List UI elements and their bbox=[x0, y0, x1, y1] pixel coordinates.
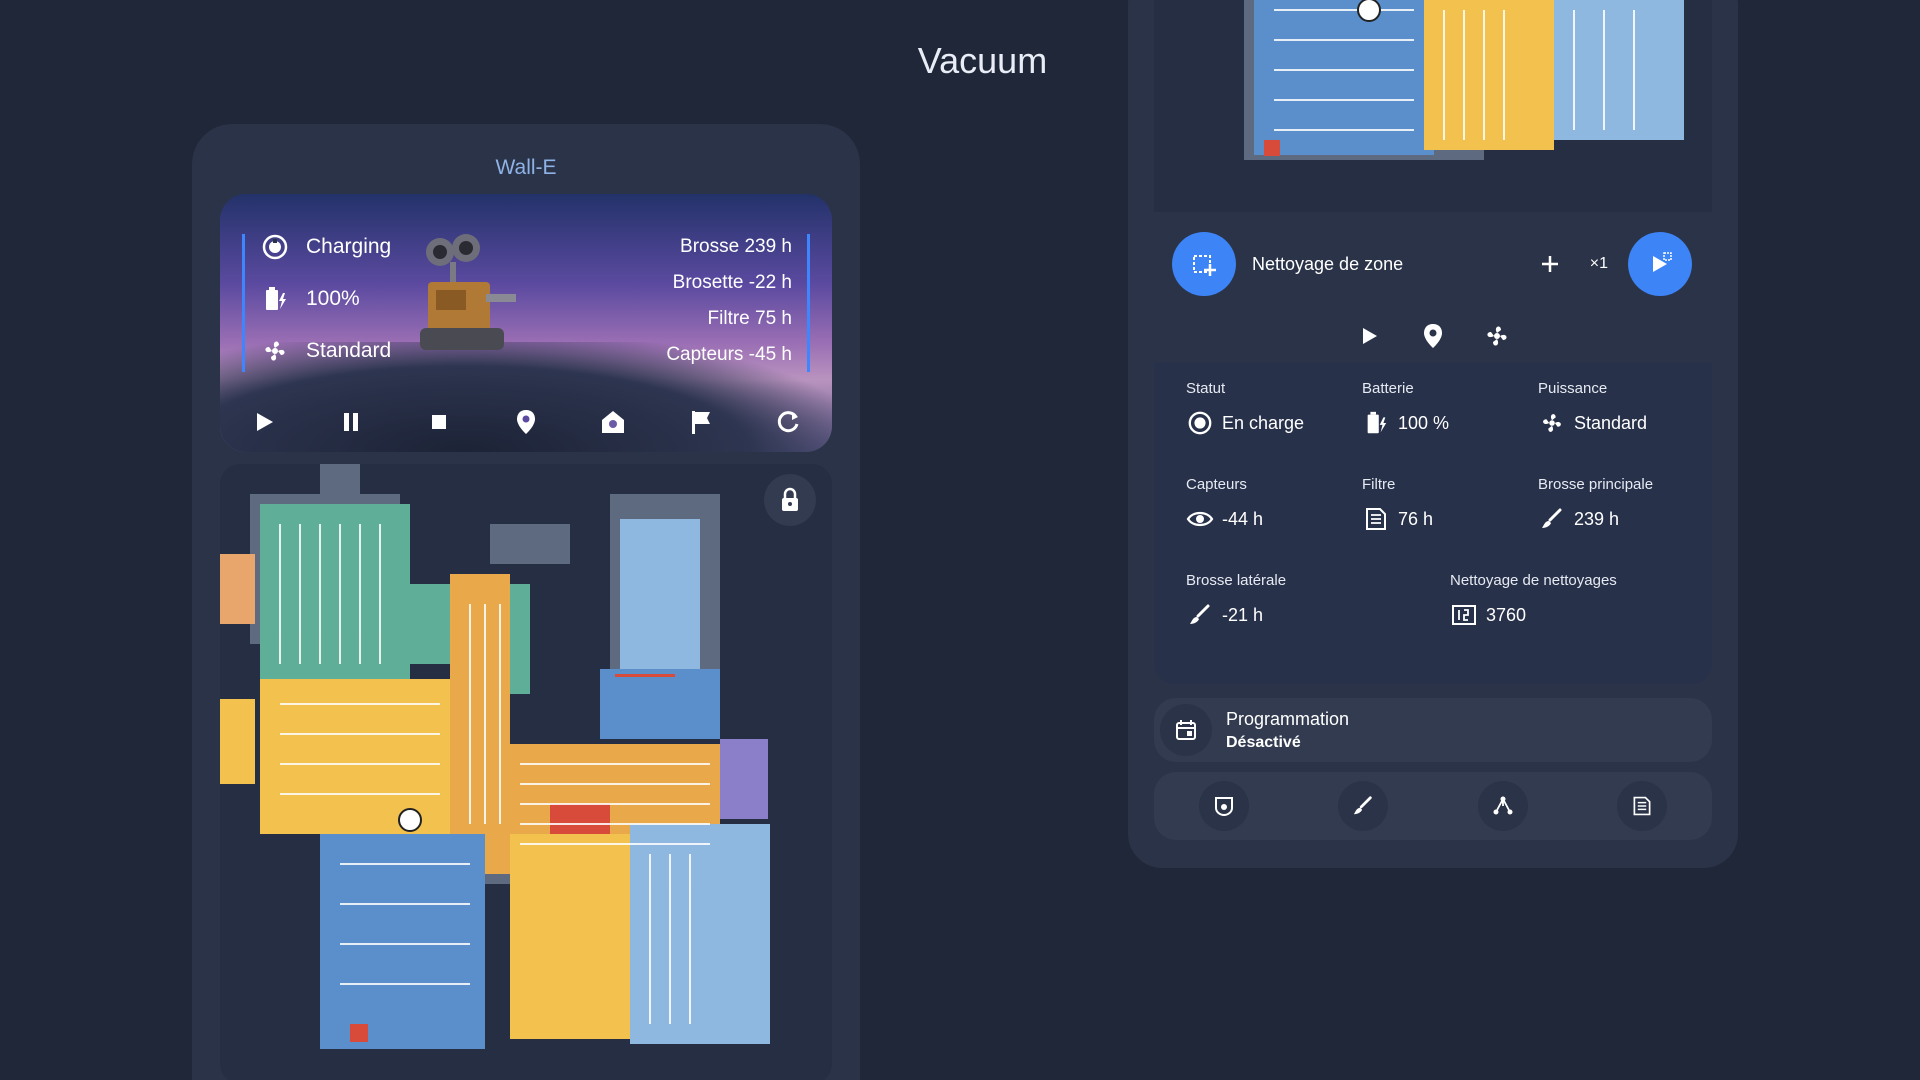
stat-label: Capteurs bbox=[1186, 476, 1247, 493]
stat-label: Filtre bbox=[1362, 476, 1396, 493]
stat-value: 3760 bbox=[1486, 604, 1527, 625]
hero-battery-row: 100% bbox=[260, 284, 360, 314]
lock-icon bbox=[782, 487, 798, 511]
stat-statut: Statut En charge bbox=[1186, 380, 1366, 437]
calendar-icon bbox=[1176, 720, 1196, 740]
hero-fan-text: Standard bbox=[306, 339, 392, 362]
stat-nettoyages: Nettoyage de nettoyages 3760 bbox=[1450, 572, 1680, 629]
battery-charging-icon bbox=[1362, 409, 1390, 437]
stat-label: Batterie bbox=[1362, 380, 1414, 397]
consumable-filtre: Filtre 75 h bbox=[707, 308, 792, 329]
stat-puissance: Puissance Standard bbox=[1538, 380, 1718, 437]
stat-value: 100 % bbox=[1398, 412, 1450, 433]
stat-label: Brosse principale bbox=[1538, 476, 1654, 493]
filter-icon bbox=[1633, 796, 1651, 816]
calendar-button[interactable] bbox=[1160, 704, 1212, 756]
map-pin-icon[interactable] bbox=[1417, 320, 1449, 352]
floor-map-drawing bbox=[220, 464, 770, 1049]
robot-status-icon bbox=[1186, 409, 1214, 437]
brush-icon bbox=[1538, 505, 1566, 533]
brush-shortcut-button[interactable] bbox=[1338, 781, 1389, 831]
flag-icon[interactable] bbox=[685, 406, 717, 438]
zone-cleaning-row: Nettoyage de zone ×1 bbox=[1172, 232, 1692, 296]
floor-map-mini-drawing bbox=[1244, 0, 1684, 160]
stat-value: 239 h bbox=[1574, 508, 1620, 529]
brush-icon bbox=[1186, 601, 1214, 629]
stat-value: 76 h bbox=[1398, 508, 1434, 529]
hero-fan-row: Standard bbox=[260, 336, 391, 366]
stop-icon[interactable] bbox=[423, 406, 455, 438]
bottom-shortcuts bbox=[1154, 772, 1712, 840]
device-name[interactable]: Wall-E bbox=[192, 156, 860, 180]
eye-icon bbox=[1186, 505, 1214, 533]
hero-right-accent bbox=[807, 234, 810, 372]
vacuum-card-right: Nettoyage de zone ×1 Statut En charge Ba… bbox=[1128, 0, 1738, 868]
hero-status-text: Charging bbox=[306, 235, 392, 258]
stat-filtre: Filtre 76 h bbox=[1362, 476, 1542, 533]
vacuum-shortcut-button[interactable] bbox=[1198, 781, 1249, 831]
quick-actions bbox=[1128, 320, 1738, 352]
battery-charging-icon bbox=[260, 284, 290, 314]
stat-value: -21 h bbox=[1222, 604, 1264, 625]
robot-illustration bbox=[420, 234, 516, 350]
zone-select-icon bbox=[1193, 255, 1216, 276]
map-lock-button[interactable] bbox=[764, 474, 816, 526]
floor-map-mini[interactable] bbox=[1154, 0, 1712, 212]
floor-map[interactable] bbox=[220, 464, 832, 1080]
home-icon[interactable] bbox=[597, 406, 629, 438]
stat-label: Puissance bbox=[1538, 380, 1608, 397]
add-zone-button[interactable] bbox=[1530, 244, 1570, 284]
consumable-brosette: Brosette -22 h bbox=[672, 272, 792, 293]
stat-value: Standard bbox=[1574, 412, 1648, 433]
filter-icon bbox=[1362, 505, 1390, 533]
zone-cleaning-label: Nettoyage de zone bbox=[1252, 253, 1404, 274]
hero-battery-text: 100% bbox=[306, 287, 360, 310]
schedule-row[interactable]: Programmation Désactivé bbox=[1154, 698, 1712, 762]
page-title: Vacuum bbox=[917, 40, 1048, 81]
vacuum-icon bbox=[1214, 797, 1233, 817]
robot-status-icon bbox=[260, 232, 290, 262]
counter-icon bbox=[1450, 601, 1478, 629]
consumable-capteurs: Capteurs -45 h bbox=[666, 344, 792, 365]
stat-label: Statut bbox=[1186, 380, 1226, 397]
sensor-shortcut-button[interactable] bbox=[1477, 781, 1528, 831]
fan-icon bbox=[260, 336, 290, 366]
stats-panel: Statut En charge Batterie 100 % Puissanc… bbox=[1154, 362, 1712, 684]
stat-brosse-principale: Brosse principale 239 h bbox=[1538, 476, 1718, 533]
fan-icon[interactable] bbox=[1481, 320, 1513, 352]
play-zone-icon bbox=[1653, 252, 1672, 272]
refresh-icon[interactable] bbox=[772, 406, 804, 438]
hero-status-row: Charging bbox=[260, 232, 391, 262]
schedule-value: Désactivé bbox=[1226, 733, 1301, 751]
stat-value: En charge bbox=[1222, 412, 1305, 433]
sensor-icon bbox=[1493, 796, 1513, 815]
vacuum-card-left: Wall-E Charging 100% Standard Brosse 239… bbox=[192, 124, 860, 1080]
locate-icon[interactable] bbox=[510, 406, 542, 438]
start-zone-button[interactable] bbox=[1628, 232, 1692, 296]
stat-label: Nettoyage de nettoyages bbox=[1450, 572, 1617, 589]
pause-icon[interactable] bbox=[335, 406, 367, 438]
play-icon[interactable] bbox=[1353, 320, 1385, 352]
schedule-title: Programmation bbox=[1226, 708, 1350, 729]
stat-label: Brosse latérale bbox=[1186, 572, 1287, 589]
stat-brosse-laterale: Brosse latérale -21 h bbox=[1186, 572, 1366, 629]
zone-repeat-count[interactable]: ×1 bbox=[1590, 255, 1608, 273]
play-icon[interactable] bbox=[248, 406, 280, 438]
stat-value: -44 h bbox=[1222, 508, 1264, 529]
hero-panel: Charging 100% Standard Brosse 239 h Bros… bbox=[220, 194, 832, 452]
hero-left-accent bbox=[242, 234, 245, 372]
zone-select-button[interactable] bbox=[1172, 232, 1236, 296]
stat-capteurs: Capteurs -44 h bbox=[1186, 476, 1366, 533]
plus-icon bbox=[1541, 256, 1558, 272]
hero-controls bbox=[248, 406, 804, 438]
fan-icon bbox=[1538, 409, 1566, 437]
filter-shortcut-button[interactable] bbox=[1617, 781, 1668, 831]
consumable-brosse: Brosse 239 h bbox=[680, 236, 792, 257]
brush-icon bbox=[1354, 796, 1372, 815]
stat-batterie: Batterie 100 % bbox=[1362, 380, 1542, 437]
